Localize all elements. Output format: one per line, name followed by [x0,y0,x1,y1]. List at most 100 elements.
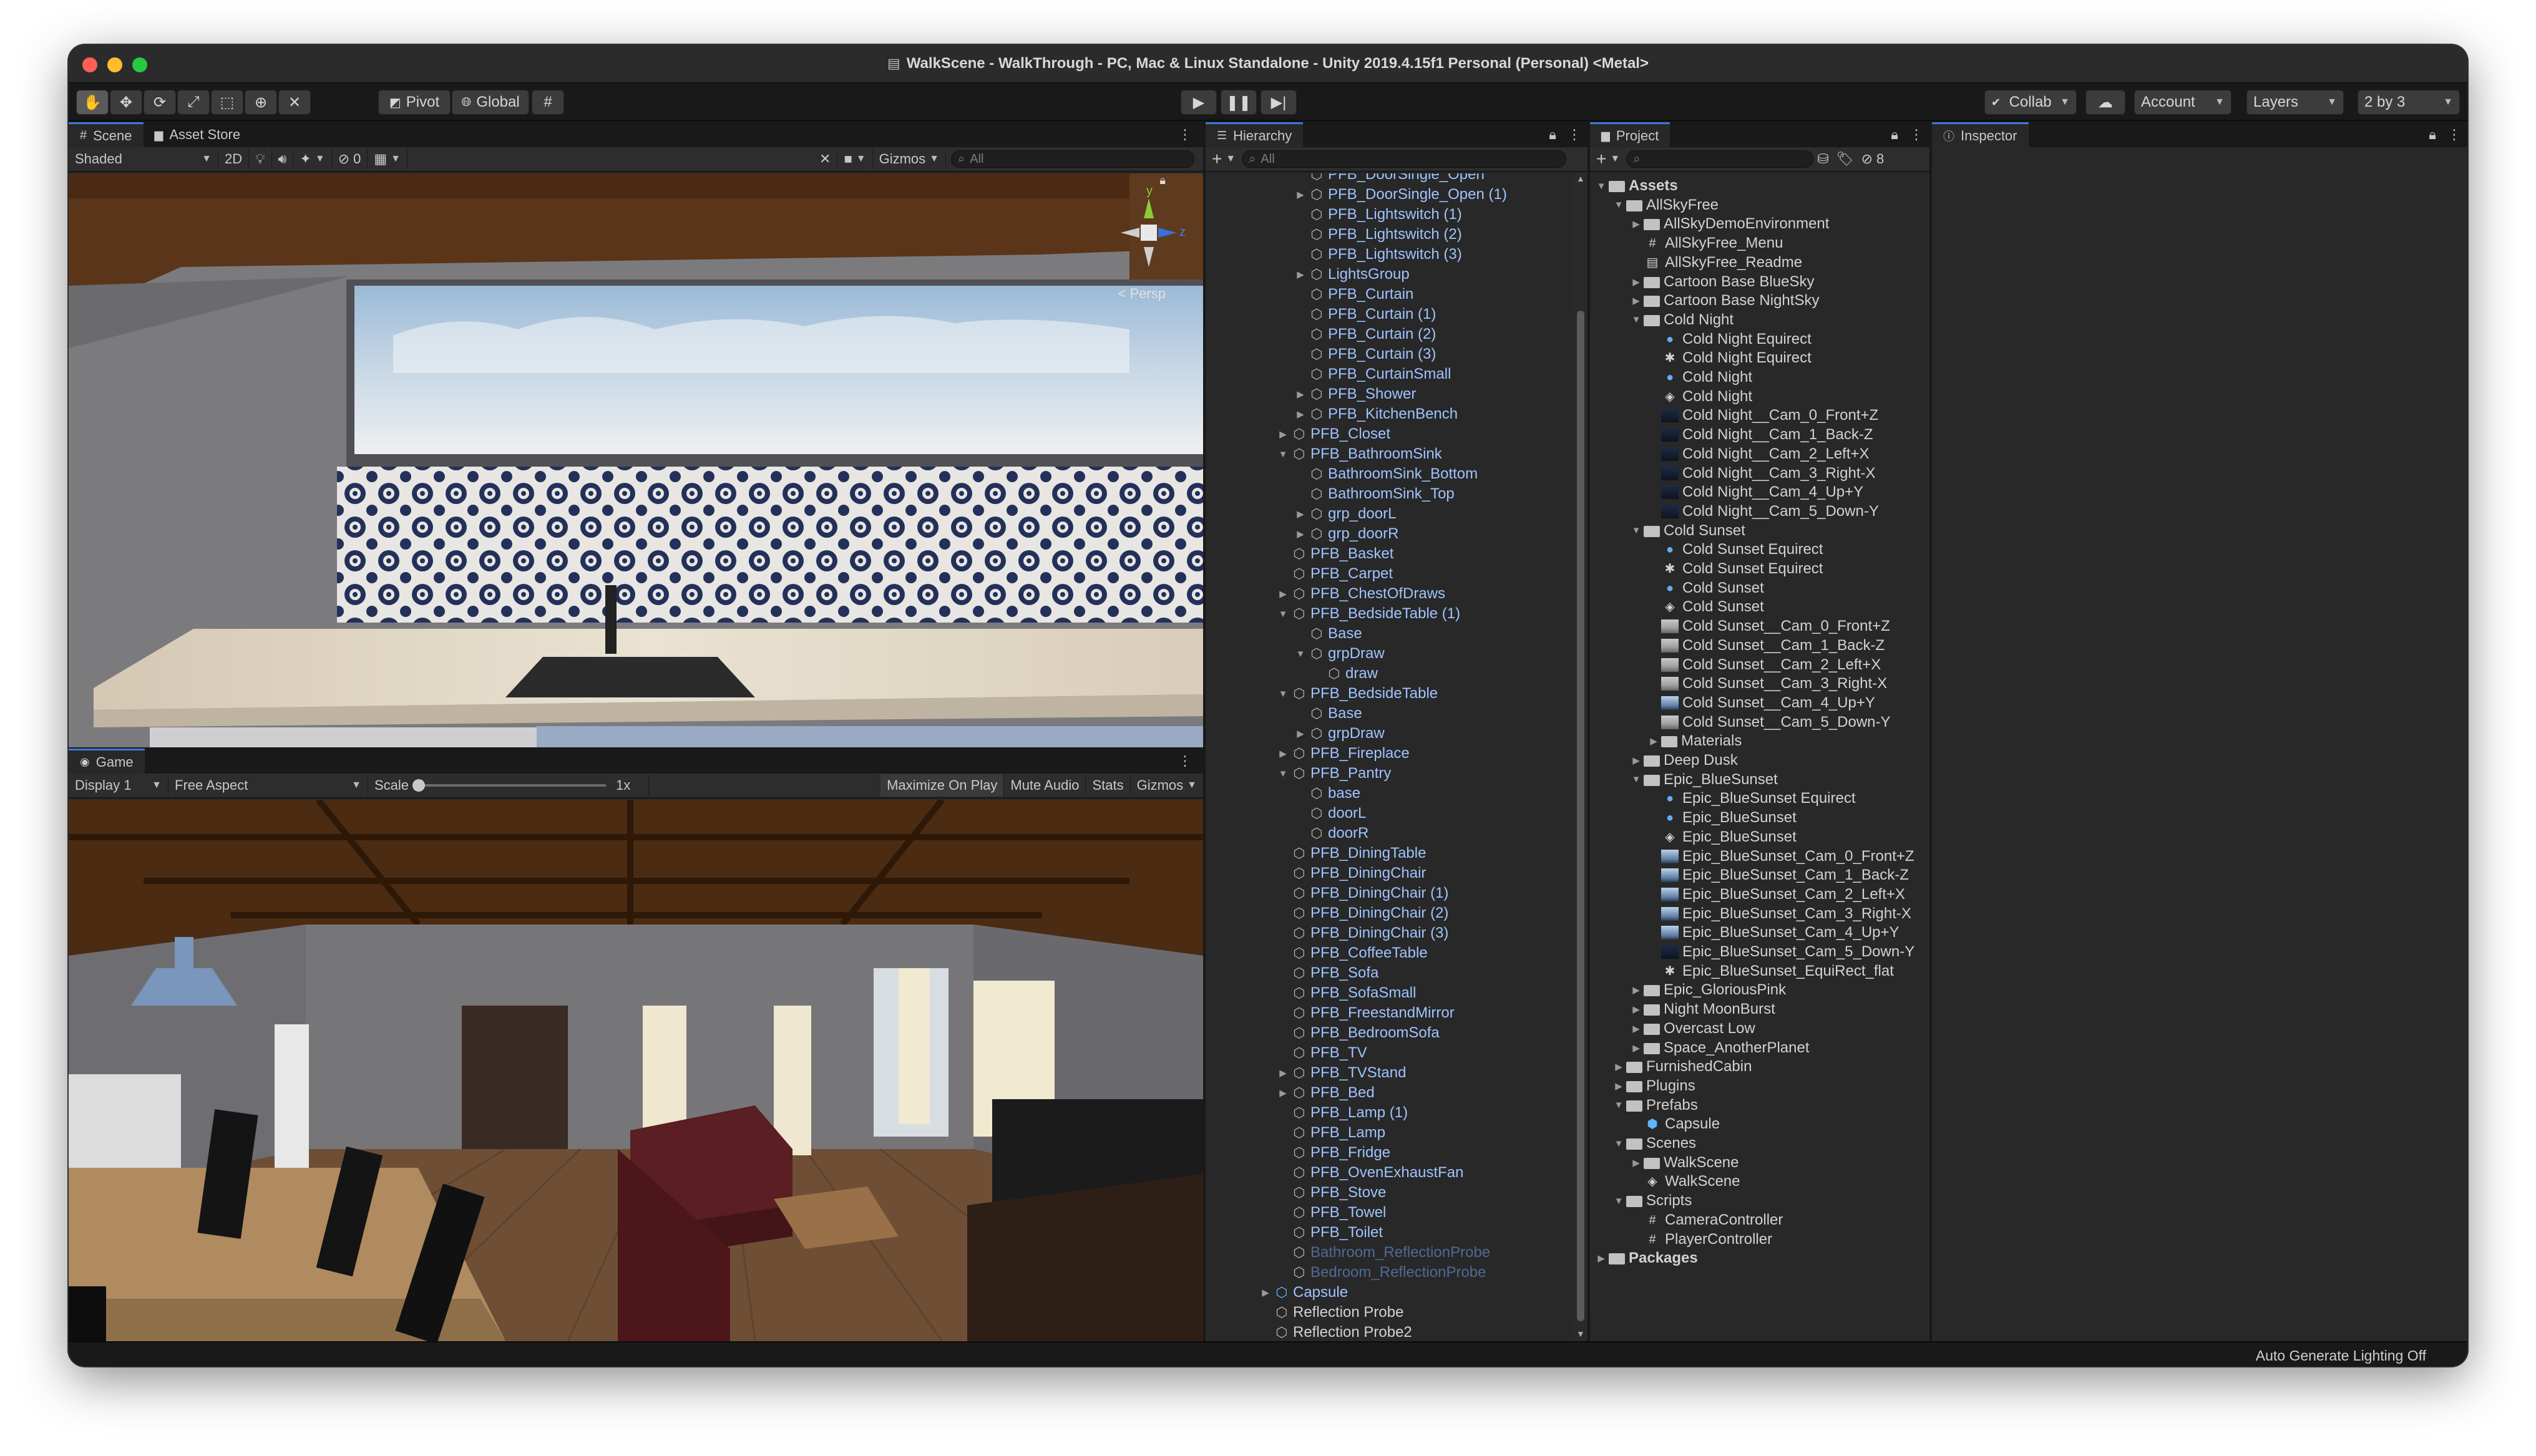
project-item[interactable]: ▶ Packages [1590,1248,1698,1268]
hierarchy-item[interactable]: ⬡ BathroomSink_Top [1206,484,1454,504]
grid-dropdown-icon[interactable]: ▦ ▼ [368,149,408,169]
rotate-tool-icon[interactable]: ⟳ [144,90,176,115]
expand-arrow-right-icon[interactable]: ▶ [1293,728,1308,739]
hierarchy-scroll-thumb[interactable] [1577,311,1584,1321]
hierarchy-item[interactable]: ⬡ base [1206,784,1360,803]
mute-audio-toggle[interactable]: Mute Audio [1004,775,1086,795]
project-item[interactable]: ● Epic_BlueSunset [1590,808,1797,828]
expand-arrow-down-icon[interactable]: ▼ [1594,181,1609,192]
expand-arrow-down-icon[interactable]: ▼ [1275,769,1290,779]
hierarchy-item[interactable]: ⬡ PFB_FreestandMirror [1206,1003,1454,1023]
hierarchy-item[interactable]: ⬡ PFB_Toilet [1206,1223,1383,1243]
hierarchy-item[interactable]: ⬡ PFB_Carpet [1206,564,1393,584]
project-item[interactable]: ▶ Cartoon Base NightSky [1590,291,1819,311]
lighting-status[interactable]: Auto Generate Lighting Off [2256,1347,2426,1364]
hierarchy-item[interactable]: ▶ ⬡ PFB_Shower [1206,384,1416,404]
inspector-menu-icon[interactable]: ⋮ [2441,122,2467,147]
project-item[interactable]: Cold Sunset__Cam_5_Down-Y [1590,712,1891,732]
project-item[interactable]: Cold Sunset__Cam_2_Left+X [1590,655,1881,675]
hierarchy-item[interactable]: ⬡ BathroomSink_Bottom [1206,464,1478,484]
expand-arrow-right-icon[interactable]: ▶ [1611,1080,1626,1092]
expand-arrow-down-icon[interactable]: ▼ [1629,774,1644,785]
hierarchy-item[interactable]: ▶ ⬡ PFB_Bed [1206,1083,1375,1103]
hidden-objects-toggle[interactable]: ⊘ 0 [332,149,368,169]
perspective-label[interactable]: < Persp [1118,286,1166,302]
project-item[interactable]: # AllSkyFree_Menu [1590,233,1783,253]
hierarchy-item[interactable]: ▶ ⬡ PFB_Closet [1206,424,1390,444]
hierarchy-item[interactable]: ⬡ PFB_Fridge [1206,1143,1390,1163]
project-item[interactable]: ▼ Epic_BlueSunset [1590,770,1778,790]
custom-tool-icon[interactable]: ✕ [278,90,311,115]
project-item[interactable]: ▶ Space_AnotherPlanet [1590,1038,1809,1058]
hierarchy-item[interactable]: ⬡ PFB_DiningTable [1206,843,1426,863]
scene-menu-icon[interactable]: ⋮ [1167,122,1203,147]
search-by-label-icon[interactable]: 🏷︎ [1833,149,1858,169]
expand-arrow-down-icon[interactable]: ▼ [1611,200,1626,210]
project-item[interactable]: ▼ Scripts [1590,1191,1692,1211]
project-search-input[interactable]: ⌕ [1626,150,1814,168]
expand-arrow-right-icon[interactable]: ▶ [1629,218,1644,230]
hierarchy-item[interactable]: ⬡ doorL [1206,803,1366,823]
hierarchy-item[interactable]: ⬡ PFB_DiningChair (1) [1206,883,1448,903]
game-gizmos-dropdown[interactable]: Gizmos ▼ [1131,775,1203,795]
project-create-dropdown[interactable]: + ▼ [1590,149,1626,169]
expand-arrow-down-icon[interactable]: ▼ [1611,1100,1626,1110]
hierarchy-item[interactable]: ⬡ Reflection Probe2 [1206,1323,1412,1341]
expand-arrow-right-icon[interactable]: ▶ [1275,429,1290,440]
gizmo-lock-icon[interactable]: 🔒︎ [1159,174,1166,187]
hierarchy-item[interactable]: ⬡ PFB_TV [1206,1043,1367,1063]
project-item[interactable]: ● Cold Sunset Equirect [1590,540,1823,560]
project-item[interactable]: ▼ Assets [1590,176,1678,196]
scale-slider[interactable] [412,779,607,792]
aspect-dropdown[interactable]: Free Aspect ▼ [168,775,368,795]
lighting-toggle-icon[interactable]: 💡︎ [249,149,272,169]
close-window-button[interactable] [82,57,97,72]
expand-arrow-right-icon[interactable]: ▶ [1293,189,1308,200]
tab-asset-store[interactable]: ▆ Asset Store [144,122,252,147]
project-item[interactable]: Epic_BlueSunset_Cam_1_Back-Z [1590,865,1909,885]
scale-tool-icon[interactable]: ⤢ [177,90,210,115]
expand-arrow-right-icon[interactable]: ▶ [1629,1157,1644,1168]
project-item[interactable]: ▶ Night MoonBurst [1590,999,1775,1019]
hierarchy-item[interactable]: ⬡ PFB_Lightswitch (3) [1206,245,1461,265]
project-item[interactable]: Cold Sunset__Cam_1_Back-Z [1590,636,1885,656]
expand-arrow-down-icon[interactable]: ▼ [1611,1196,1626,1206]
gizmos-dropdown[interactable]: Gizmos ▼ [873,149,946,169]
project-item[interactable]: ◈ Cold Sunset [1590,597,1763,617]
expand-arrow-down-icon[interactable]: ▼ [1275,609,1290,619]
transform-tool-icon[interactable]: ⊕ [245,90,277,115]
expand-arrow-right-icon[interactable]: ▶ [1275,748,1290,759]
hierarchy-item[interactable]: ⬡ PFB_SofaSmall [1206,983,1416,1003]
expand-arrow-right-icon[interactable]: ▶ [1293,409,1308,420]
project-item[interactable]: ⬢ Capsule [1590,1114,1720,1134]
project-item[interactable]: ▶ Epic_GloriousPink [1590,980,1786,1000]
project-item[interactable]: ✱ Cold Sunset Equirect [1590,559,1823,579]
expand-arrow-right-icon[interactable]: ▶ [1629,755,1644,766]
hierarchy-item[interactable]: ⬡ PFB_DiningChair (3) [1206,923,1448,943]
expand-arrow-right-icon[interactable]: ▶ [1629,1023,1644,1034]
expand-arrow-down-icon[interactable]: ▼ [1275,689,1290,699]
project-item[interactable]: ◈ Epic_BlueSunset [1590,827,1797,847]
expand-arrow-down-icon[interactable]: ▼ [1629,525,1644,536]
project-item[interactable]: ✱ Epic_BlueSunset_EquiRect_flat [1590,961,1894,981]
maximize-on-play-toggle[interactable]: Maximize On Play [880,774,1005,797]
project-item[interactable]: ▶ Cartoon Base BlueSky [1590,272,1814,292]
project-item[interactable]: ▶ Materials [1590,731,1742,751]
hierarchy-item[interactable]: ▶ ⬡ PFB_DoorSingle_Open (1) [1206,185,1507,205]
hierarchy-item[interactable]: ⬡ Bedroom_ReflectionProbe [1206,1263,1486,1283]
scene-viewport[interactable]: y z 🔒︎ < Persp [69,173,1203,747]
expand-arrow-right-icon[interactable]: ▶ [1629,984,1644,996]
hierarchy-item[interactable]: ⬡ PFB_OvenExhaustFan [1206,1163,1463,1183]
project-item[interactable]: ● Cold Night [1590,367,1752,387]
expand-arrow-right-icon[interactable]: ▶ [1293,269,1308,280]
scroll-up-icon[interactable]: ▲ [1576,173,1585,183]
hierarchy-item[interactable]: ▶ ⬡ grp_doorL [1206,504,1396,524]
project-item[interactable]: # CameraController [1590,1210,1783,1230]
project-item[interactable]: Cold Night__Cam_0_Front+Z [1590,405,1878,425]
lock-icon[interactable]: 🔒︎ [1886,122,1903,147]
hierarchy-item[interactable]: ▶ ⬡ PFB_ChestOfDraws [1206,584,1445,604]
hierarchy-item[interactable]: ⬡ PFB_Lamp [1206,1123,1385,1143]
expand-arrow-right-icon[interactable]: ▶ [1293,508,1308,520]
project-item[interactable]: Cold Sunset__Cam_3_Right-X [1590,674,1887,694]
hierarchy-tree[interactable]: ⬡ PFB_DoorSingle_Open ▶ ⬡ PFB_DoorSingle_Ope… [1206,173,1570,1341]
